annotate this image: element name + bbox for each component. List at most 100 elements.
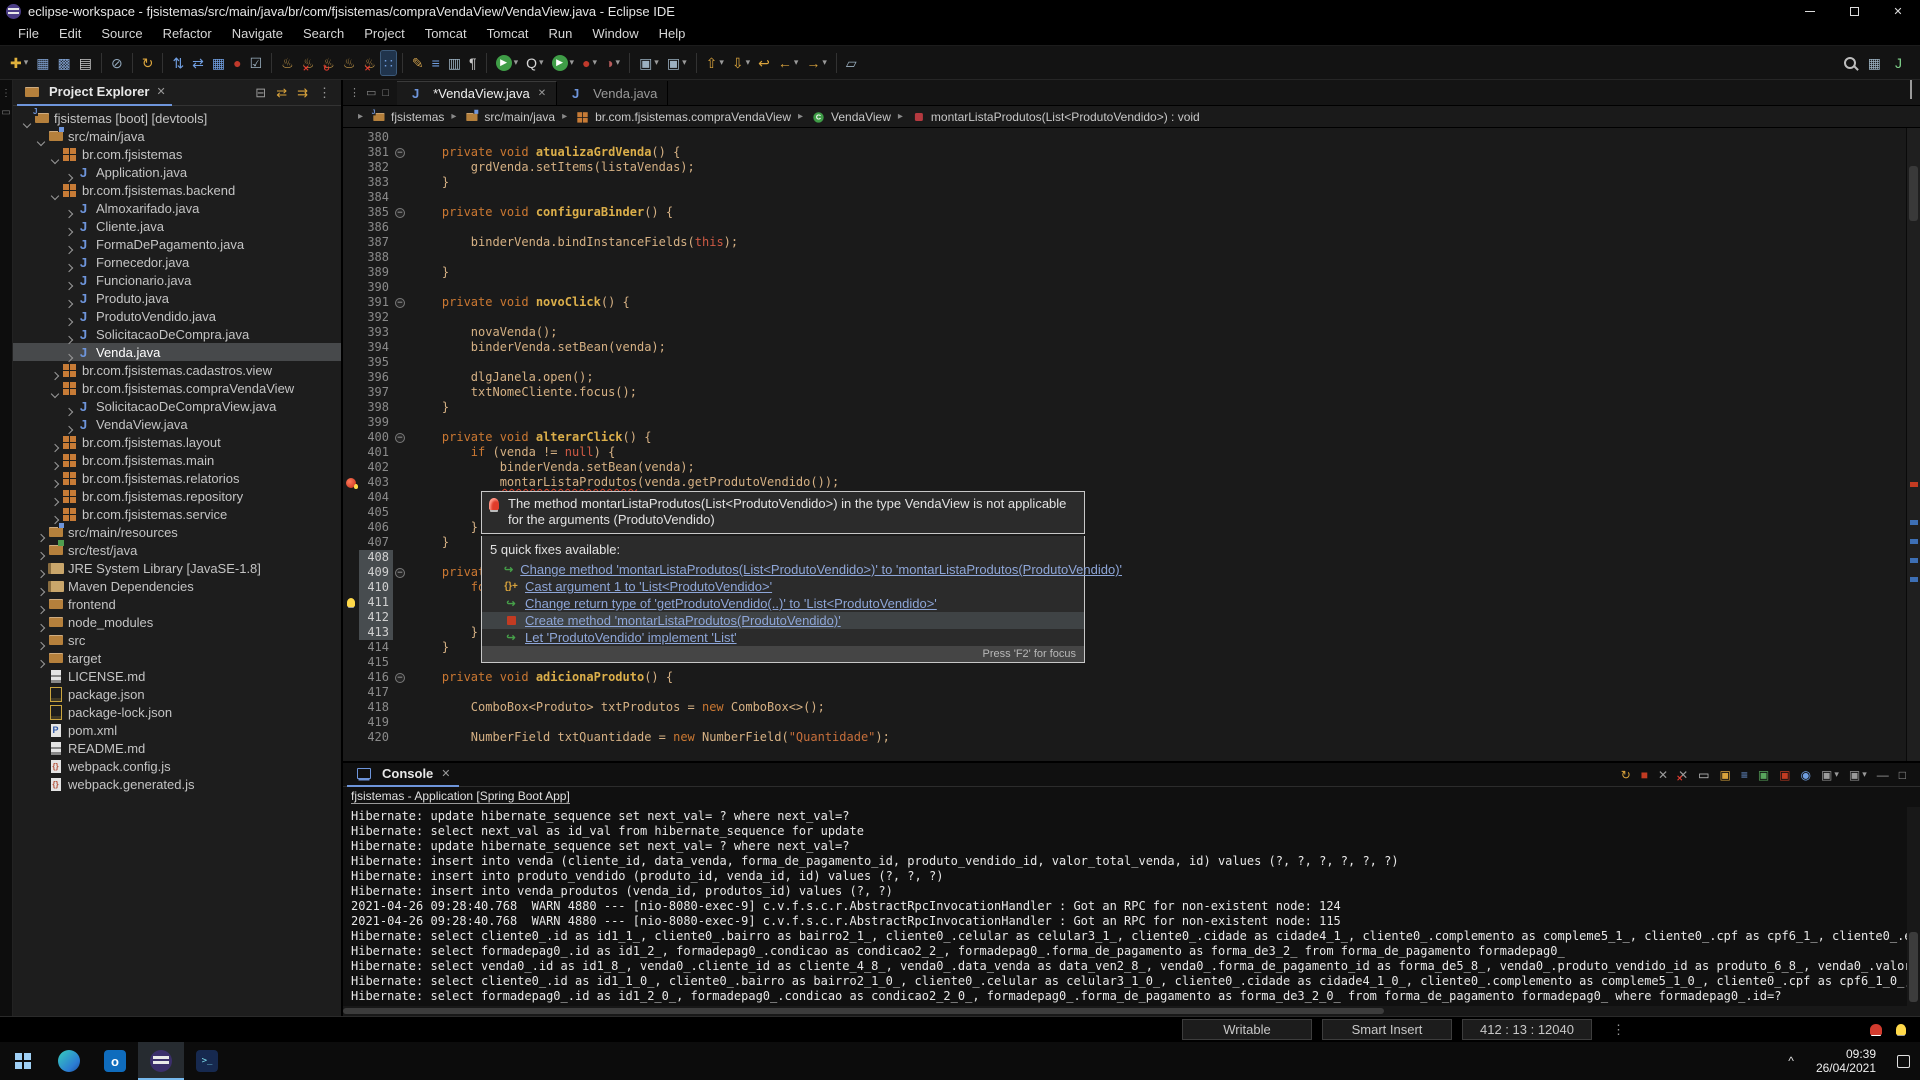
tree-item-src-main-java[interactable]: src/main/java [13, 127, 341, 145]
tomcat-debug-stop-icon[interactable]: ♨✕ [360, 51, 379, 75]
edge-app-icon[interactable] [46, 1042, 92, 1080]
code-line[interactable]: 399 [343, 415, 1906, 430]
tree-item-br-com-fjsistemas-compravendaview[interactable]: br.com.fjsistemas.compraVendaView [13, 379, 341, 397]
new-wizard-icon[interactable]: ✚▾ [7, 51, 31, 75]
pin-console-icon[interactable]: ◉ [1798, 765, 1814, 785]
tree-item-br-com-fjsistemas[interactable]: br.com.fjsistemas [13, 145, 341, 163]
code-line[interactable]: 416− private void adicionaProduto() { [343, 670, 1906, 685]
breadcrumb-item-vendaview[interactable]: VendaView [808, 109, 893, 125]
fold-collapse-icon[interactable]: − [395, 673, 405, 683]
tree-item-target[interactable]: target [13, 649, 341, 667]
code-line[interactable]: 397 txtNomeCliente.focus(); [343, 385, 1906, 400]
tree-item-venda-java[interactable]: Venda.java [13, 343, 341, 361]
save-all-icon[interactable]: ▩ [55, 51, 74, 75]
sync-with-server-icon[interactable]: ⇄ [189, 51, 207, 75]
fold-collapse-icon[interactable]: − [395, 208, 405, 218]
code-line[interactable]: 418 ComboBox<Produto> txtProdutos = new … [343, 700, 1906, 715]
tray-chevron-icon[interactable]: ^ [1776, 1054, 1806, 1068]
start-button[interactable] [0, 1042, 46, 1080]
tips-lightbulb-icon[interactable] [1896, 1024, 1906, 1035]
minimize-console-icon[interactable]: — [1874, 765, 1892, 785]
pin-editor-icon[interactable]: ▱ [843, 51, 860, 75]
annotate-icon[interactable]: ✎ [409, 51, 427, 75]
annotation-marker[interactable] [1910, 520, 1918, 525]
tree-item-webpack-config-js[interactable]: webpack.config.js [13, 757, 341, 775]
menu-window[interactable]: Window [582, 23, 648, 44]
tomcat-config-icon[interactable]: ∷ [381, 51, 396, 75]
profile-icon[interactable]: ●▾ [579, 51, 600, 75]
quick-fix-item[interactable]: ↪Change return type of 'getProdutoVendid… [482, 595, 1084, 612]
tree-item-produtovendido-java[interactable]: ProdutoVendido.java [13, 307, 341, 325]
run-tools-icon[interactable]: ◑▾ [602, 51, 623, 75]
quick-fix-link[interactable]: Let 'ProdutoVendido' implement 'List' [525, 630, 737, 645]
code-line[interactable]: 420 NumberField txtQuantidade = new Numb… [343, 730, 1906, 745]
maximize-editor-button[interactable] [1910, 81, 1912, 99]
quick-fix-link[interactable]: Change method 'montarListaProdutos(List<… [520, 562, 1122, 577]
tab-venda-java[interactable]: Venda.java [557, 81, 668, 105]
close-console-icon[interactable]: ✕ [441, 767, 450, 780]
quick-access-search-icon[interactable] [1844, 57, 1856, 69]
remove-launch-icon[interactable]: ✕ [1655, 765, 1671, 785]
breadcrumb-item-br-com-fjsistemas-compravendaview[interactable]: br.com.fjsistemas.compraVendaView [572, 109, 793, 125]
tree-item-vendaview-java[interactable]: VendaView.java [13, 415, 341, 433]
console-tab[interactable]: Console ✕ [347, 763, 459, 787]
quick-fix-item[interactable]: ↪Change method 'montarListaProdutos(List… [482, 561, 1084, 578]
menu-navigate[interactable]: Navigate [222, 23, 293, 44]
menu-search[interactable]: Search [293, 23, 354, 44]
code-line[interactable]: 390 [343, 280, 1906, 295]
minimize-editor-icon[interactable]: ▭ [366, 86, 376, 99]
quick-fix-item[interactable]: ↪Let 'ProdutoVendido' implement 'List' [482, 629, 1084, 646]
breadcrumb-item-src-main-java[interactable]: src/main/java [461, 109, 557, 125]
tree-item-src[interactable]: src [13, 631, 341, 649]
code-line[interactable]: 403 montarListaProdutos(venda.getProduto… [343, 475, 1906, 490]
menu-project[interactable]: Project [354, 23, 414, 44]
coverage-icon[interactable]: Q▾ [523, 51, 546, 75]
code-line[interactable]: 402 binderVenda.setBean(venda); [343, 460, 1906, 475]
code-line[interactable]: 393 novaVenda(); [343, 325, 1906, 340]
stop-server-icon[interactable]: ● [230, 51, 244, 75]
skip-all-breakpoints-icon[interactable]: ⊘ [108, 51, 126, 75]
next-annotation-icon[interactable]: ⇩▾ [729, 51, 753, 75]
quick-fix-item[interactable]: Create method 'montarListaProdutos(Produ… [482, 612, 1084, 629]
publish-to-server-icon[interactable]: ⇅ [169, 51, 187, 75]
tree-item-maven-dependencies[interactable]: Maven Dependencies [13, 577, 341, 595]
build-all-icon[interactable]: ↻ [139, 51, 157, 75]
quick-fix-item[interactable]: {}+Cast argument 1 to 'List<ProdutoVendi… [482, 578, 1084, 595]
tree-item-br-com-fjsistemas-backend[interactable]: br.com.fjsistemas.backend [13, 181, 341, 199]
maximize-console-icon[interactable]: □ [1896, 765, 1909, 785]
tree-item-application-java[interactable]: Application.java [13, 163, 341, 181]
tree-item-src-test-java[interactable]: src/test/java [13, 541, 341, 559]
code-line[interactable]: 386 [343, 220, 1906, 235]
notification-bell-icon[interactable] [1870, 1024, 1882, 1035]
last-edit-location-icon[interactable]: ↩ [755, 51, 773, 75]
error-marker[interactable] [1910, 482, 1918, 487]
notification-center-icon[interactable] [1886, 1042, 1920, 1080]
close-window-button[interactable]: ✕ [1876, 0, 1920, 22]
tree-item-formadepagamento-java[interactable]: FormaDePagamento.java [13, 235, 341, 253]
tree-item-pom-xml[interactable]: pom.xml [13, 721, 341, 739]
code-line[interactable]: 382 grdVenda.setItems(listaVendas); [343, 160, 1906, 175]
close-explorer-icon[interactable]: ✕ [156, 85, 165, 98]
annotation-marker[interactable] [1910, 539, 1918, 544]
code-line[interactable]: 396 dlgJanela.open(); [343, 370, 1906, 385]
terminate-icon[interactable]: ■ [1638, 765, 1651, 785]
tree-item-package-lock-json[interactable]: package-lock.json [13, 703, 341, 721]
display-selected-console-icon[interactable]: ▣▾ [1818, 765, 1842, 785]
collapse-all-icon[interactable]: ⊟ [255, 86, 266, 99]
tree-item-br-com-fjsistemas-service[interactable]: br.com.fjsistemas.service [13, 505, 341, 523]
menu-help[interactable]: Help [649, 23, 696, 44]
word-wrap-icon[interactable]: ≡ [1738, 765, 1751, 785]
tree-item-package-json[interactable]: package.json [13, 685, 341, 703]
code-line[interactable]: 388 [343, 250, 1906, 265]
maximize-window-button[interactable] [1832, 0, 1876, 22]
fast-view-icon[interactable]: ▭ [1, 107, 10, 118]
tree-item-webpack-generated-js[interactable]: webpack.generated.js [13, 775, 341, 793]
breadcrumb-item-montarlistaprodutos[interactable]: montarListaProdutos(List<ProdutoVendido>… [908, 109, 1202, 125]
code-line[interactable]: 417 [343, 685, 1906, 700]
run-as-icon[interactable]: ▶▾ [549, 51, 578, 75]
tomcat-restart-icon[interactable]: ♨↻ [319, 51, 338, 75]
menu-edit[interactable]: Edit [49, 23, 91, 44]
code-line[interactable]: 380 [343, 130, 1906, 145]
tree-item-solicitacaodecompraview-java[interactable]: SolicitacaoDeCompraView.java [13, 397, 341, 415]
clear-console-icon[interactable]: ▭ [1695, 765, 1712, 785]
